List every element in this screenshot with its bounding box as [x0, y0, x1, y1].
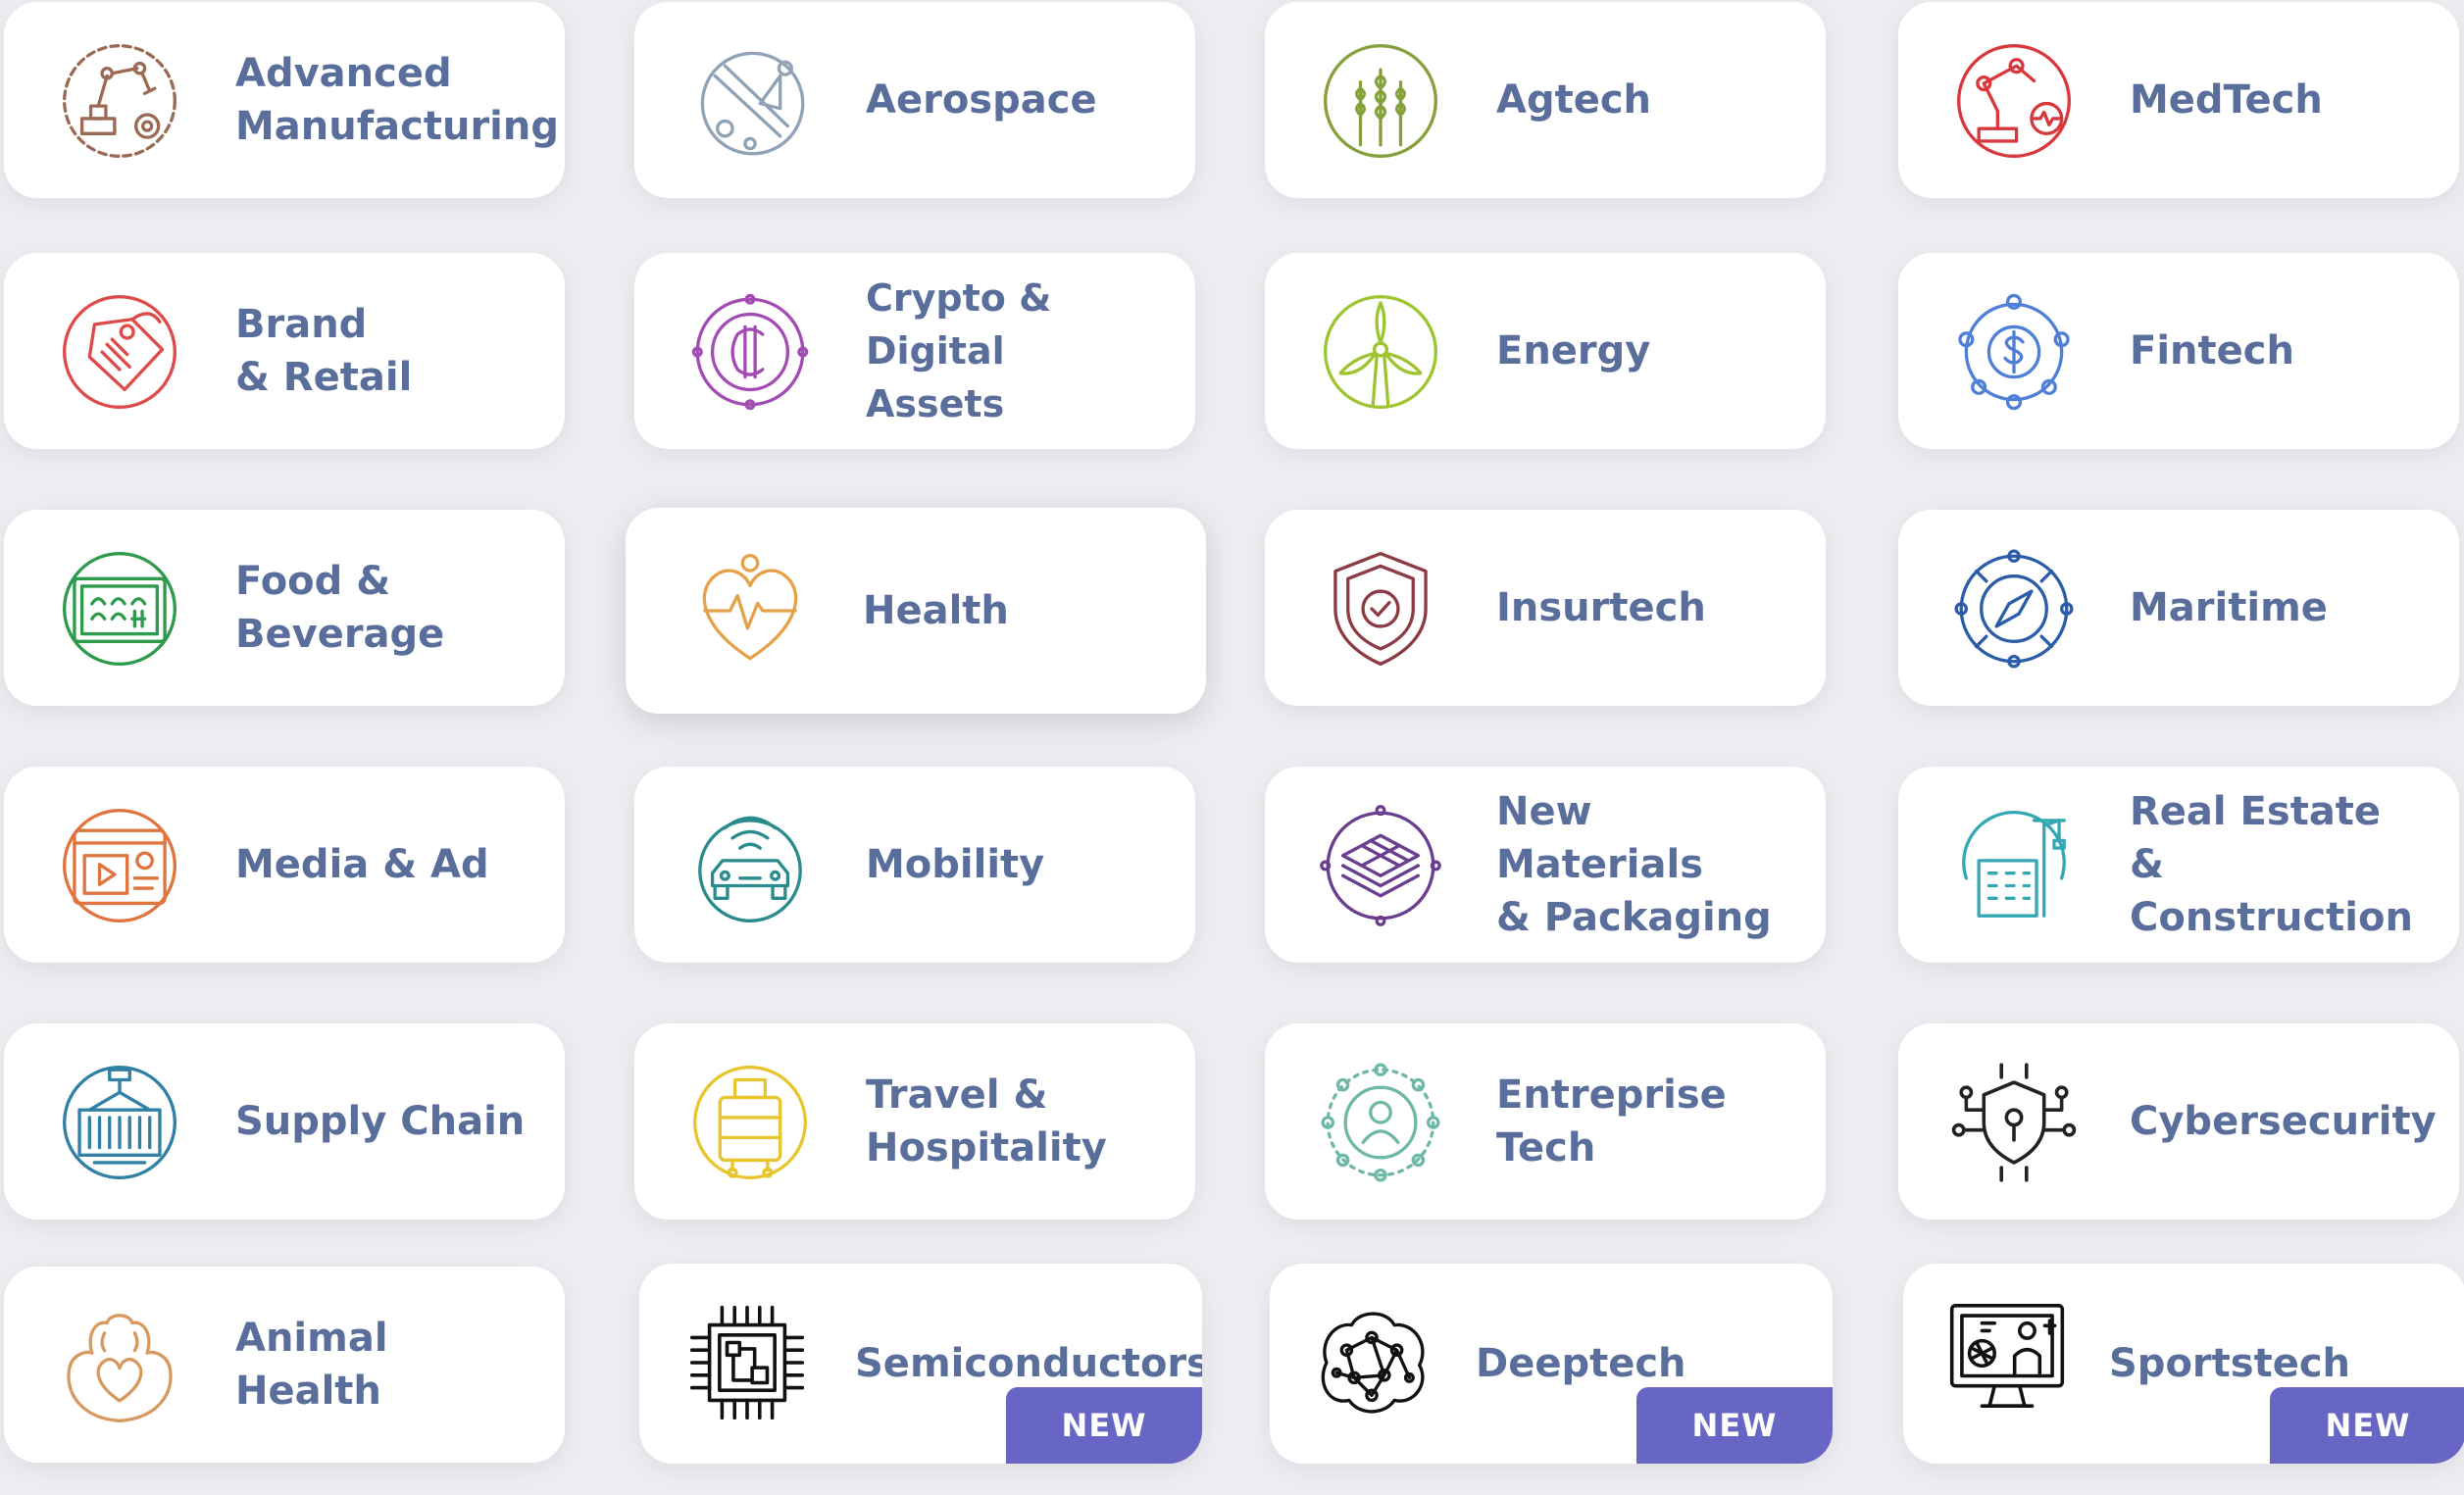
card-label: Entreprise Tech — [1496, 1072, 1727, 1171]
card-label: Aerospace — [866, 77, 1097, 123]
card-label: Agtech — [1496, 77, 1652, 123]
crane-building-icon — [1951, 803, 2077, 928]
card-label: New Materials & Packaging — [1496, 789, 1772, 940]
neural-network-icon — [1309, 1300, 1434, 1425]
microchip-icon — [684, 1300, 810, 1425]
card-brand-retail[interactable]: Brand & Retail — [4, 253, 565, 449]
media-player-icon — [57, 803, 182, 928]
card-supply-chain[interactable]: Supply Chain — [4, 1023, 565, 1220]
luggage-icon — [687, 1060, 813, 1185]
crypto-coin-icon — [687, 289, 813, 415]
card-medtech[interactable]: MedTech — [1898, 2, 2459, 198]
shipping-container-icon — [57, 1060, 182, 1185]
card-label: Insurtech — [1496, 585, 1706, 630]
compass-icon — [1951, 546, 2077, 672]
card-health[interactable]: Health — [626, 508, 1206, 714]
card-label: Maritime — [2130, 585, 2328, 630]
card-label: Fintech — [2130, 328, 2294, 374]
food-crate-icon — [57, 546, 182, 672]
card-crypto-digital-assets[interactable]: Crypto & Digital Assets — [634, 253, 1195, 449]
card-label: Brand & Retail — [235, 302, 413, 400]
card-label: Advanced Manufacturing — [235, 51, 559, 149]
wind-turbine-icon — [1318, 289, 1443, 415]
robot-arm-heartbeat-icon — [1951, 38, 2077, 164]
heart-pulse-icon — [687, 548, 813, 673]
orbit-satellite-icon — [687, 38, 813, 164]
user-network-icon — [1318, 1060, 1443, 1185]
shield-check-icon — [1318, 546, 1443, 672]
price-tag-icon — [57, 289, 182, 415]
paw-heart-icon — [57, 1303, 182, 1428]
card-label: Media & Ad — [235, 842, 489, 887]
card-advanced-manufacturing[interactable]: Advanced Manufacturing — [4, 2, 565, 198]
card-travel-hospitality[interactable]: Travel & Hospitality — [634, 1023, 1195, 1220]
card-label: Animal Health — [235, 1316, 388, 1414]
card-label: Energy — [1496, 328, 1651, 374]
robot-arm-gear-icon — [57, 38, 182, 164]
card-sportstech[interactable]: Sportstech NEW — [1903, 1264, 2464, 1464]
new-badge: NEW — [1006, 1387, 1202, 1464]
shield-lock-circuit-icon — [1951, 1060, 2077, 1185]
card-new-materials-packaging[interactable]: New Materials & Packaging — [1265, 767, 1826, 963]
dollar-network-icon — [1951, 289, 2077, 415]
wheat-icon — [1318, 38, 1443, 164]
card-deeptech[interactable]: Deeptech NEW — [1270, 1264, 1833, 1464]
card-energy[interactable]: Energy — [1265, 253, 1826, 449]
card-insurtech[interactable]: Insurtech — [1265, 510, 1826, 706]
card-media-ad[interactable]: Media & Ad — [4, 767, 565, 963]
sports-monitor-icon — [1944, 1293, 2070, 1419]
card-label: Food & Beverage — [235, 559, 445, 657]
card-agtech[interactable]: Agtech — [1265, 2, 1826, 198]
card-cybersecurity[interactable]: Cybersecurity — [1898, 1023, 2459, 1220]
card-label: Health — [863, 588, 1009, 633]
card-mobility[interactable]: Mobility — [634, 767, 1195, 963]
card-food-beverage[interactable]: Food & Beverage — [4, 510, 565, 706]
card-label: Cybersecurity — [2130, 1099, 2437, 1144]
material-layers-icon — [1318, 803, 1443, 928]
card-real-estate-construction[interactable]: Real Estate & Construction — [1898, 767, 2459, 963]
card-label: Crypto & Digital Assets — [866, 276, 1052, 425]
card-entreprise-tech[interactable]: Entreprise Tech — [1265, 1023, 1826, 1220]
connected-car-icon — [687, 803, 813, 928]
new-badge: NEW — [2270, 1387, 2464, 1464]
card-label: Real Estate & Construction — [2130, 789, 2413, 940]
card-aerospace[interactable]: Aerospace — [634, 2, 1195, 198]
card-animal-health[interactable]: Animal Health — [4, 1267, 565, 1463]
card-label: Supply Chain — [235, 1099, 526, 1144]
card-label: MedTech — [2130, 77, 2323, 123]
card-semiconductors[interactable]: Semiconductors NEW — [639, 1264, 1202, 1464]
card-label: Mobility — [866, 842, 1045, 887]
card-fintech[interactable]: Fintech — [1898, 253, 2459, 449]
new-badge: NEW — [1636, 1387, 1833, 1464]
card-maritime[interactable]: Maritime — [1898, 510, 2459, 706]
card-label: Travel & Hospitality — [866, 1072, 1107, 1171]
